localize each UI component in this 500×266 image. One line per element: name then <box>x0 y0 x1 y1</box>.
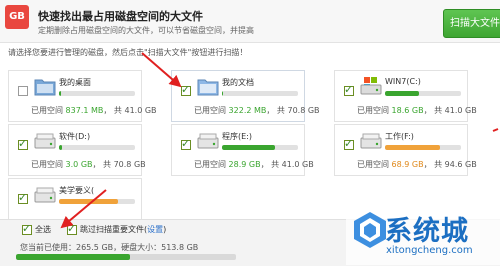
disk-checkbox[interactable] <box>181 83 191 96</box>
disk-checkbox[interactable] <box>18 137 28 150</box>
disk-usage-text: 已用空间 3.0 GB， 共 70.8 GB <box>31 160 146 169</box>
scan-large-files-button[interactable]: 扫描大文件 <box>443 9 500 38</box>
disk-checkbox[interactable] <box>344 83 354 96</box>
disk-usage-bar <box>222 145 298 150</box>
watermark-url: xitongcheng.com <box>386 245 473 256</box>
disk-usage-text: 已用空间 28.9 GB， 共 41.0 GB <box>194 160 314 169</box>
settings-link[interactable]: 设置 <box>147 225 163 234</box>
disk-usage-bar <box>59 145 135 150</box>
disk-checkbox[interactable] <box>18 86 28 96</box>
total-usage-bar <box>16 254 236 260</box>
page-title: 快速找出最占用磁盘空间的大文件 <box>38 10 203 23</box>
skip-important-checkbox[interactable] <box>67 222 77 235</box>
disk-card[interactable]: WIN7(C:) 已用空间 18.6 GB， 共 41.0 GB <box>334 70 477 122</box>
disk-name: 软件(D:) <box>59 132 91 141</box>
disk-checkbox[interactable] <box>18 191 28 204</box>
documents-folder-icon <box>197 76 219 96</box>
disk-usage-bar <box>385 145 461 150</box>
disk-usage-bar <box>59 91 135 96</box>
disk-checkbox[interactable] <box>344 137 354 150</box>
disk-usage-text: 已用空间 322.2 MB， 共 70.8 GB <box>194 106 320 115</box>
header: GB 快速找出最占用磁盘空间的大文件 定期删除占用磁盘空间的大文件，可以节省磁盘… <box>0 0 500 43</box>
disk-usage-text: 已用空间 18.6 GB， 共 41.0 GB <box>357 106 477 115</box>
arrow-fragment-right <box>492 128 499 132</box>
skip-important-label: 跳过扫描重要文件(设置) <box>80 225 167 234</box>
disk-usage-bar <box>385 91 461 96</box>
windows-drive-icon <box>360 76 382 96</box>
select-all-checkbox[interactable] <box>22 222 32 235</box>
disk-name: 我的文档 <box>222 78 254 87</box>
disk-card[interactable]: 软件(D:) 已用空间 3.0 GB， 共 70.8 GB <box>8 124 146 176</box>
disk-usage-bar <box>222 91 298 96</box>
page-subtitle: 定期删除占用磁盘空间的大文件，可以节省磁盘空间，并提高 <box>38 26 254 35</box>
disk-name: WIN7(C:) <box>385 77 421 86</box>
disk-card[interactable]: 我的文档已用空间 322.2 MB， 共 70.8 GB <box>171 70 320 122</box>
disk-usage-bar <box>59 199 135 204</box>
hard-drive-icon <box>34 184 56 204</box>
disk-name: 美学要义( <box>59 186 95 195</box>
disk-usage-summary: 您当前已使用：265.5 GB，硬盘大小：513.8 GB <box>20 243 199 252</box>
app-logo: GB <box>5 5 29 29</box>
hard-drive-icon <box>360 130 382 150</box>
disk-name: 程序(E:) <box>222 132 252 141</box>
disk-checkbox[interactable] <box>181 137 191 150</box>
disk-usage-text: 已用空间 68.9 GB， 共 94.6 GB <box>357 160 477 169</box>
disk-name: 工作(F:) <box>385 132 414 141</box>
disk-name: 我的桌面 <box>59 78 91 87</box>
watermark-text: 系统城 <box>385 216 469 247</box>
disk-usage-text: 已用空间 837.1 MB， 共 41.0 GB <box>31 106 157 115</box>
hard-drive-icon <box>197 130 219 150</box>
disk-card[interactable]: 程序(E:) 已用空间 28.9 GB， 共 41.0 GB <box>171 124 314 176</box>
desktop-folder-icon <box>34 76 56 96</box>
disk-card[interactable]: 我的桌面已用空间 837.1 MB， 共 41.0 GB <box>8 70 157 122</box>
hard-drive-icon <box>34 130 56 150</box>
instruction-text: 请选择您要进行管理的磁盘，然后点击"扫描大文件"按钮进行扫描！ <box>8 48 248 57</box>
disk-card[interactable]: 工作(F:) 已用空间 68.9 GB， 共 94.6 GB <box>334 124 477 176</box>
select-all-label: 全选 <box>35 225 51 234</box>
